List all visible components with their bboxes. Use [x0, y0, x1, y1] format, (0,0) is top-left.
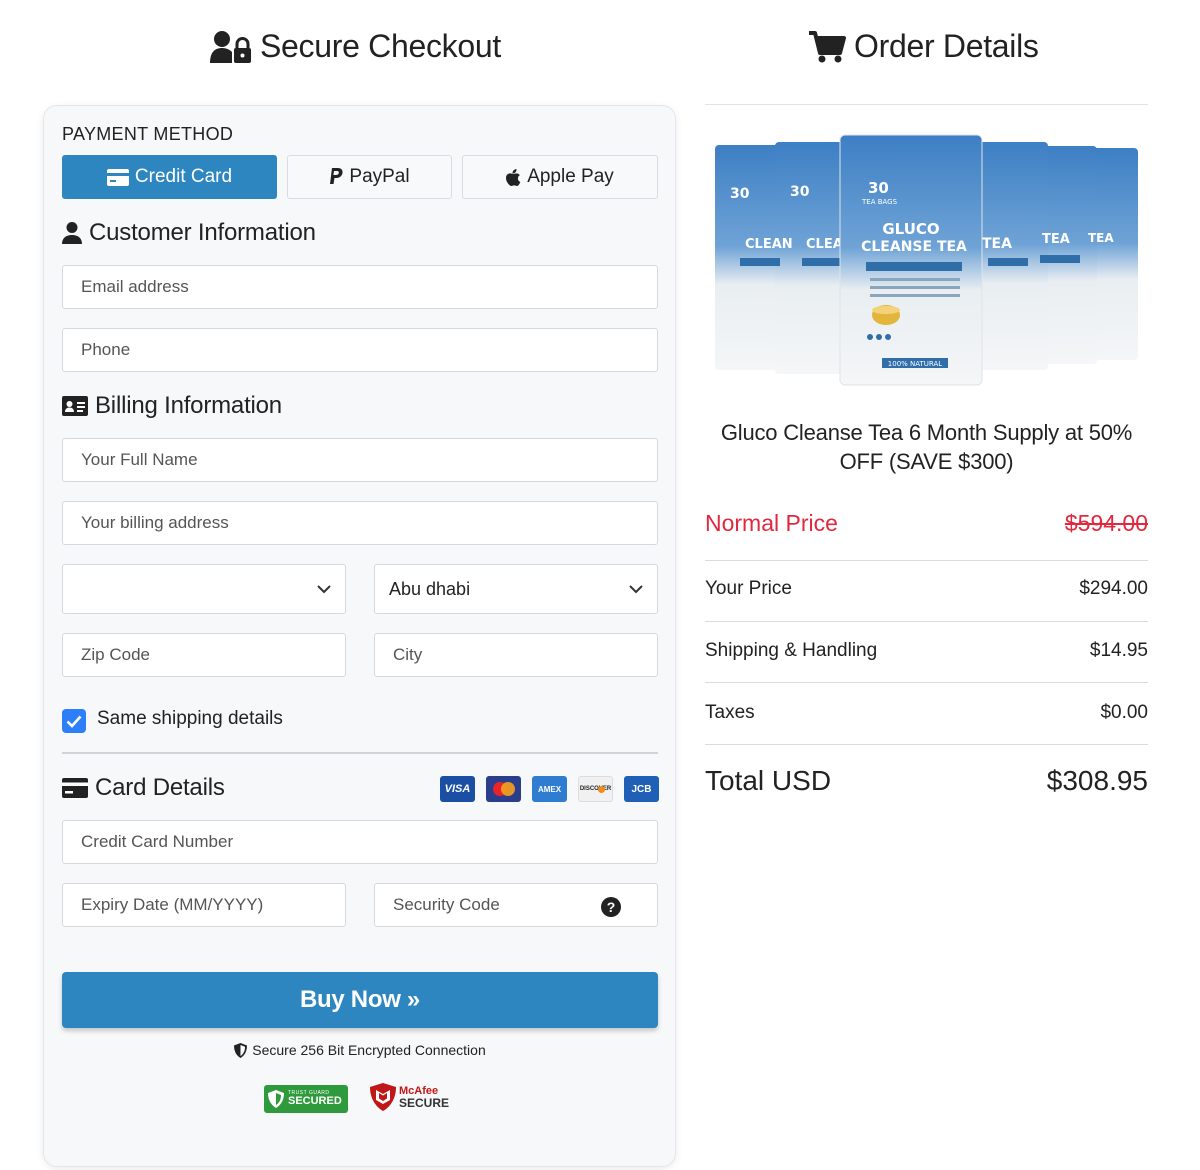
billing-info-heading-text: Billing Information	[95, 392, 282, 419]
shopping-cart-icon	[809, 30, 846, 62]
svg-text:TEA: TEA	[1088, 231, 1114, 245]
your-price-value: $294.00	[1079, 578, 1148, 599]
card-details-heading: Card Details	[62, 774, 225, 802]
svg-text:30: 30	[790, 184, 810, 200]
discover-logo-text: DISCOVER	[579, 786, 612, 792]
country-select[interactable]	[62, 564, 346, 614]
billing-address-field[interactable]	[62, 501, 658, 545]
svg-text:30: 30	[730, 186, 750, 202]
normal-price-value: $594.00	[1064, 510, 1148, 536]
mcafee-text: McAfee SECURE	[399, 1084, 450, 1110]
tab-apple-pay-label: Apple Pay	[527, 166, 614, 187]
order-header-divider	[705, 104, 1148, 105]
same-shipping-label: Same shipping details	[97, 708, 283, 729]
email-field[interactable]	[62, 265, 658, 309]
svg-text:TEA BAGS: TEA BAGS	[861, 198, 898, 206]
zip-code-field[interactable]	[62, 633, 346, 677]
tab-apple-pay[interactable]: Apple Pay	[462, 155, 658, 199]
order-title-text: Order Details	[854, 28, 1039, 64]
svg-text:30: 30	[868, 179, 889, 197]
total-value: $308.95	[1046, 765, 1148, 796]
mastercard-logo	[486, 776, 521, 802]
checkmark-icon	[66, 715, 82, 728]
trust-guard-main: SECURED	[288, 1095, 342, 1107]
shipping-row: Shipping & Handling $14.95	[705, 640, 1148, 662]
your-price-row: Your Price $294.00	[705, 578, 1148, 600]
trust-guard-text: TRUST GUARD SECURED	[288, 1091, 342, 1107]
price-divider	[705, 744, 1148, 745]
same-shipping-checkbox[interactable]	[62, 709, 86, 733]
paypal-icon	[330, 168, 343, 184]
discover-dot	[598, 786, 605, 793]
checkout-title-text: Secure Checkout	[260, 28, 501, 64]
tab-paypal-label: PayPal	[349, 166, 410, 187]
shipping-value: $14.95	[1089, 640, 1148, 661]
city-field[interactable]	[374, 633, 658, 677]
mcafee-shield-icon	[370, 1083, 396, 1111]
chevron-down-icon	[317, 584, 331, 593]
customer-info-heading-text: Customer Information	[89, 219, 316, 246]
svg-text:CLEAN: CLEAN	[745, 237, 793, 252]
expiry-date-field[interactable]	[62, 883, 346, 927]
buy-now-button[interactable]: Buy Now »	[62, 972, 658, 1028]
taxes-value: $0.00	[1100, 702, 1148, 723]
payment-method-label: PAYMENT METHOD	[62, 124, 234, 144]
normal-price-row: Normal Price $594.00	[705, 510, 1148, 537]
taxes-row: Taxes $0.00	[705, 702, 1148, 724]
visa-logo: VISA	[440, 776, 475, 802]
state-select-value: Abu dhabi	[389, 578, 471, 599]
shield-icon	[234, 1042, 248, 1058]
svg-text:GLUCO: GLUCO	[882, 220, 939, 238]
svg-text:TEA: TEA	[1042, 232, 1070, 247]
id-card-icon	[62, 396, 88, 416]
jcb-logo: JCB	[624, 776, 659, 802]
billing-info-heading: Billing Information	[62, 392, 282, 420]
taxes-label: Taxes	[705, 702, 755, 723]
secure-note-text: Secure 256 Bit Encrypted Connection	[252, 1042, 486, 1058]
mcafee-badge: McAfee SECURE	[370, 1083, 449, 1111]
checkout-title: Secure Checkout	[210, 28, 501, 65]
full-name-field[interactable]	[62, 438, 658, 482]
order-title: Order Details	[808, 28, 1039, 65]
card-number-field[interactable]	[62, 820, 658, 864]
tab-credit-card-label: Credit Card	[134, 166, 233, 187]
price-divider	[705, 682, 1148, 683]
svg-text:100% NATURAL: 100% NATURAL	[888, 360, 942, 368]
product-name: Gluco Cleanse Tea 6 Month Supply at 50% …	[720, 420, 1133, 474]
price-divider	[705, 560, 1148, 561]
price-divider	[705, 621, 1148, 622]
credit-card-icon	[62, 778, 88, 798]
chevron-down-icon	[629, 584, 643, 593]
phone-field[interactable]	[62, 328, 658, 372]
svg-text:TEA: TEA	[982, 236, 1012, 252]
amex-logo: AMEX	[532, 776, 567, 802]
svg-text:CLEANSE TEA: CLEANSE TEA	[861, 239, 967, 255]
question-circle-icon[interactable]: ?	[601, 897, 621, 917]
credit-card-icon	[106, 168, 129, 186]
total-row: Total USD $308.95	[705, 765, 1148, 797]
mastercard-icon	[492, 782, 515, 796]
discover-logo: DISCOVER	[578, 776, 613, 802]
card-logos: VISA AMEX DISCOVER JCB	[440, 776, 659, 802]
tab-credit-card[interactable]: Credit Card	[62, 155, 277, 199]
your-price-label: Your Price	[705, 578, 792, 599]
user-lock-icon	[210, 30, 251, 63]
user-icon	[62, 222, 82, 244]
mcafee-top: McAfee	[399, 1084, 439, 1097]
shipping-label: Shipping & Handling	[705, 640, 878, 661]
product-image: TEA TEA TEA 30 30 CLEAN CLEAN 30 TEA BAG…	[715, 134, 1138, 386]
shield-icon	[268, 1090, 284, 1108]
secure-note: Secure 256 Bit Encrypted Connection	[0, 1042, 720, 1058]
card-details-heading-text: Card Details	[95, 774, 225, 801]
section-divider	[62, 752, 658, 754]
tea-bag-front: 30 TEA BAGS GLUCO CLEANSE TEA 100% NATUR…	[839, 134, 983, 386]
normal-price-label: Normal Price	[705, 510, 838, 536]
state-select[interactable]: Abu dhabi	[374, 564, 658, 614]
mcafee-main: SECURE	[399, 1095, 450, 1110]
total-label: Total USD	[705, 765, 832, 796]
tab-paypal[interactable]: PayPal	[287, 155, 452, 199]
apple-icon	[506, 168, 521, 186]
trust-guard-badge: TRUST GUARD SECURED	[264, 1085, 348, 1113]
customer-info-heading: Customer Information	[62, 219, 316, 247]
